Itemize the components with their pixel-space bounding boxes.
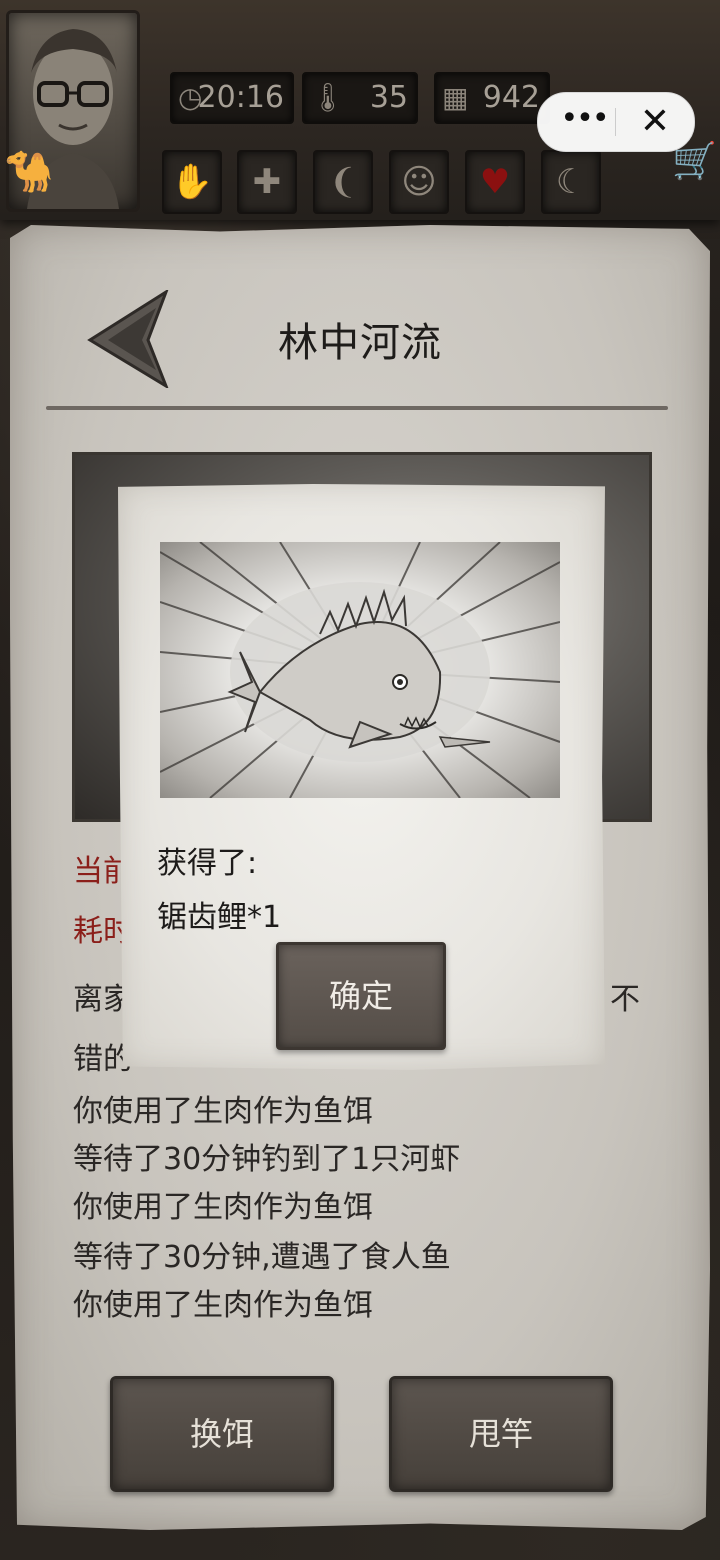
confirm-button[interactable]: 确定: [276, 942, 446, 1050]
more-options-button[interactable]: •••: [554, 93, 614, 151]
calendar-icon: ▦: [442, 81, 469, 114]
change-bait-button[interactable]: 换饵: [110, 1376, 334, 1492]
time-display: ◷ 20:16: [170, 72, 294, 124]
log-line: 你使用了生肉作为鱼饵: [73, 1288, 373, 1323]
thermometer-icon: 🌡: [310, 81, 346, 114]
log-line: 等待了30分钟,遭遇了食人鱼: [73, 1240, 451, 1275]
log-truncated-line: 不: [610, 982, 640, 1017]
first-aid-icon[interactable]: ✚: [237, 150, 297, 214]
obtained-label: 获得了:: [157, 846, 258, 881]
cast-rod-button[interactable]: 甩竿: [389, 1376, 613, 1492]
location-title: 林中河流: [278, 320, 442, 366]
capsule-divider: [615, 108, 616, 136]
hand-icon[interactable]: ✋: [162, 150, 222, 214]
caught-fish-image: [160, 542, 560, 798]
day-counter: ▦ 942: [434, 72, 550, 124]
cart-icon[interactable]: 🛒: [672, 140, 717, 182]
log-line: 你使用了生肉作为鱼饵: [73, 1094, 373, 1129]
heart-icon[interactable]: ♥: [465, 150, 525, 214]
obtained-item: 锯齿鲤*1: [157, 900, 282, 935]
temperature-display: 🌡 35: [302, 72, 418, 124]
stomach-icon[interactable]: ❨: [313, 150, 373, 214]
moon-icon[interactable]: ☾: [541, 150, 601, 214]
camel-icon: 🐪: [4, 149, 54, 195]
head-icon[interactable]: ☺: [389, 150, 449, 214]
log-line: 你使用了生肉作为鱼饵: [73, 1190, 373, 1225]
title-divider: [46, 406, 668, 410]
log-line: 等待了30分钟钓到了1只河虾: [73, 1142, 461, 1177]
